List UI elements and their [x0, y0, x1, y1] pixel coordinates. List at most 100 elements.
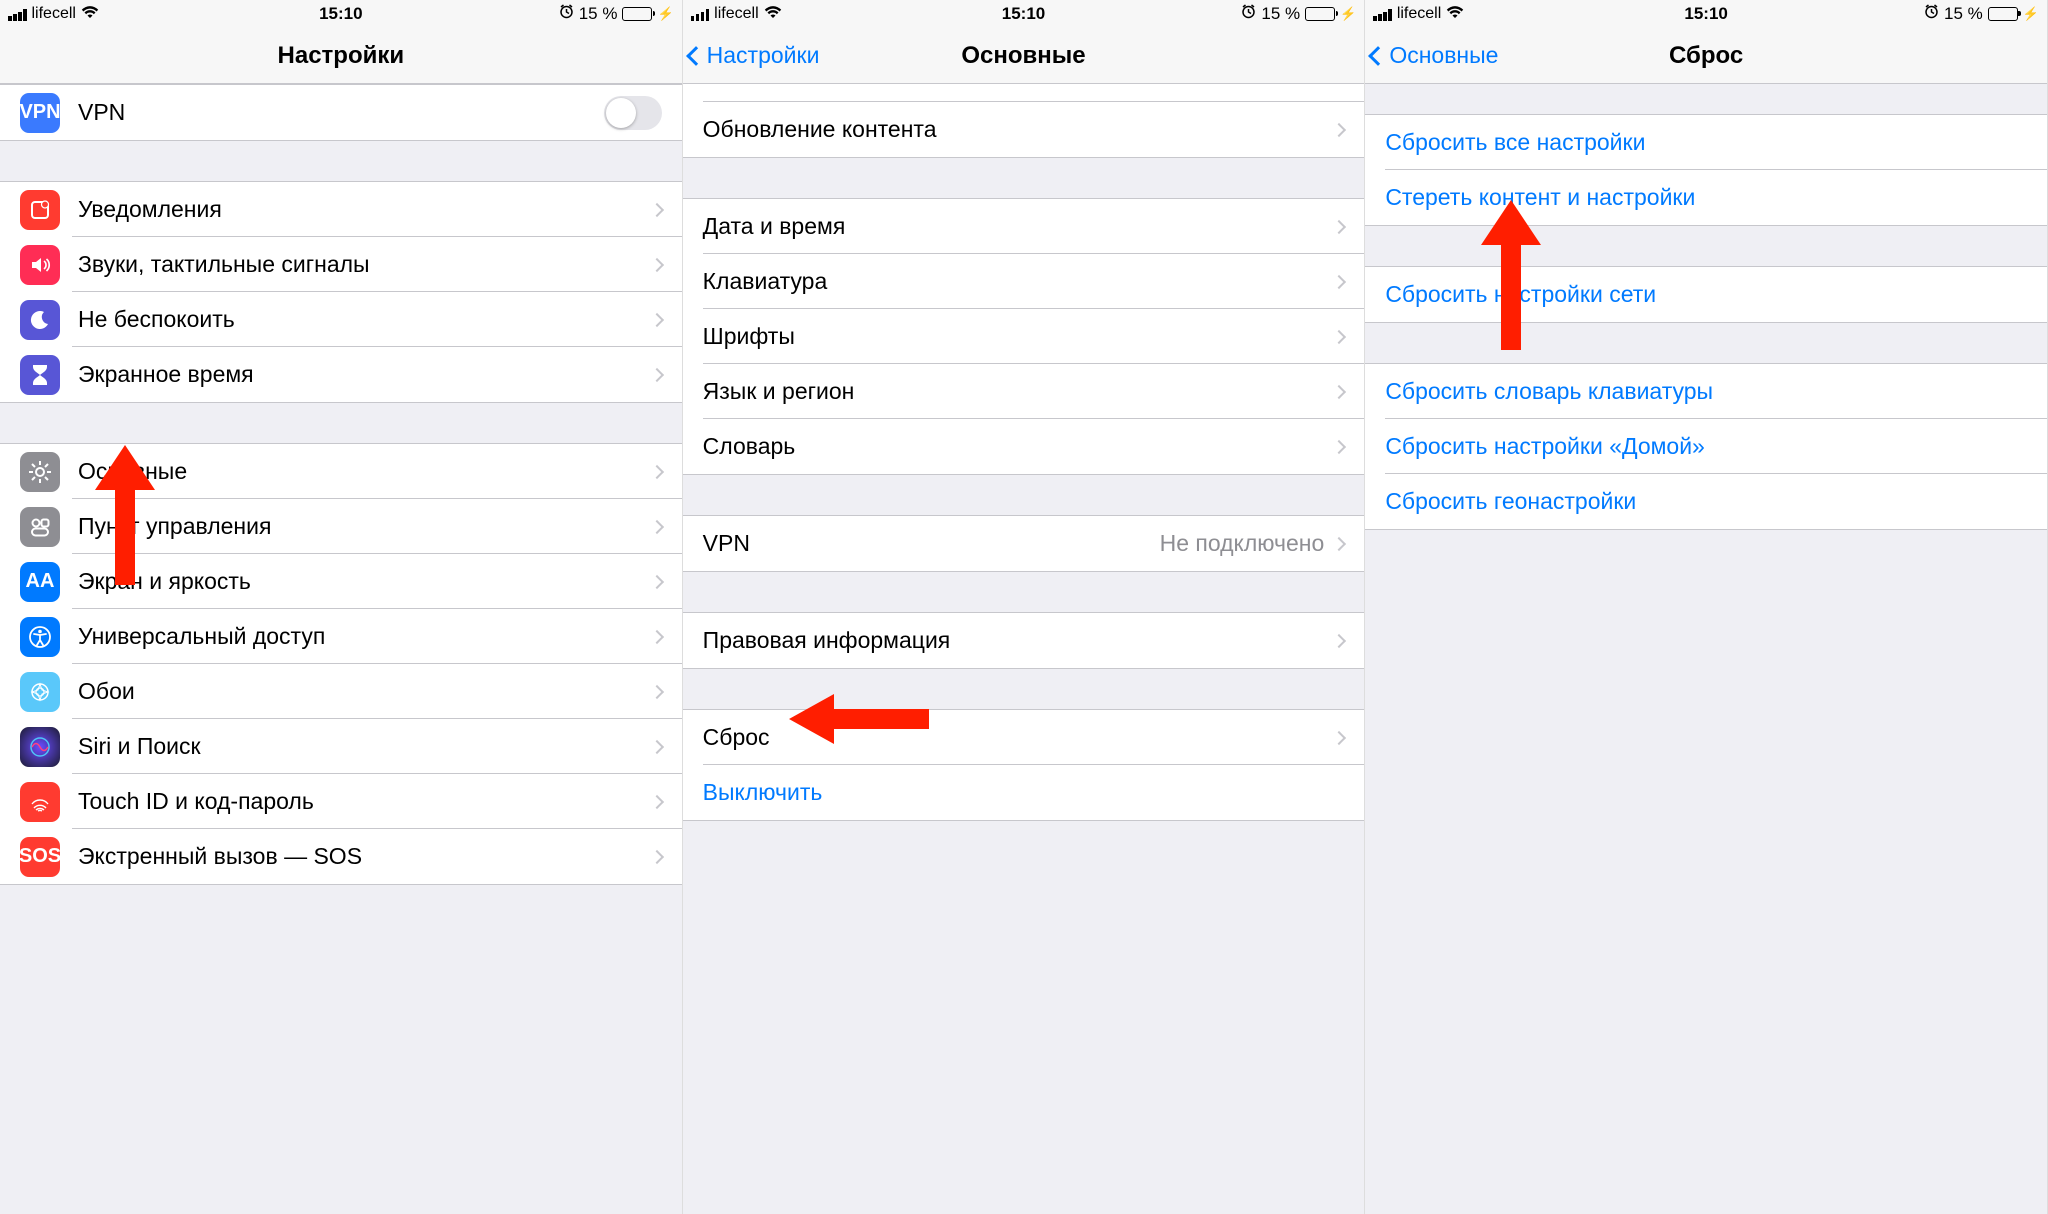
row-accessibility[interactable]: Универсальный доступ [0, 609, 682, 664]
row-reset-location[interactable]: Сбросить геонастройки [1365, 474, 2047, 529]
row-label: Язык и регион [703, 378, 1335, 405]
row-sos[interactable]: SOS Экстренный вызов — SOS [0, 829, 682, 884]
row-screen-time[interactable]: Экранное время [0, 347, 682, 402]
row-general[interactable]: Основные [0, 444, 682, 499]
control-center-icon [20, 507, 60, 547]
row-label: Обновление контента [703, 116, 1335, 143]
row-display-brightness[interactable]: AA Экран и яркость [0, 554, 682, 609]
row-sounds[interactable]: Звуки, тактильные сигналы [0, 237, 682, 292]
row-label: Уведомления [78, 196, 652, 223]
row-vpn[interactable]: VPN VPN [0, 85, 682, 140]
row-date-time[interactable]: Дата и время [683, 199, 1365, 254]
alarm-icon [1241, 4, 1256, 24]
battery-percent: 15 % [1944, 4, 1983, 24]
wifi-icon [1446, 5, 1464, 24]
row-reset-all-settings[interactable]: Сбросить все настройки [1365, 115, 2047, 170]
vpn-toggle[interactable] [604, 96, 662, 130]
charging-icon: ⚡ [2023, 6, 2039, 22]
row-touchid[interactable]: Touch ID и код-пароль [0, 774, 682, 829]
status-time: 15:10 [1684, 4, 1727, 24]
row-label: Siri и Поиск [78, 733, 652, 760]
notifications-icon [20, 190, 60, 230]
row-label: Стереть контент и настройки [1385, 184, 2027, 211]
chevron-right-icon [650, 202, 664, 216]
row-reset-network[interactable]: Сбросить настройки сети [1365, 267, 2047, 322]
row-label: Экранное время [78, 361, 652, 388]
cellular-signal-icon [8, 7, 27, 21]
row-dictionary[interactable]: Словарь [683, 419, 1365, 474]
back-label: Настройки [707, 42, 820, 69]
chevron-right-icon [1332, 122, 1346, 136]
row-label: Сброс [703, 724, 1335, 751]
row-reset-keyboard-dict[interactable]: Сбросить словарь клавиатуры [1365, 364, 2047, 419]
battery-percent: 15 % [579, 4, 618, 24]
row-erase-all-content[interactable]: Стереть контент и настройки [1365, 170, 2047, 225]
battery-percent: 15 % [1261, 4, 1300, 24]
row-label: VPN [703, 530, 1160, 557]
screen-reset: lifecell 15:10 15 % ⚡ Основные Сброс Сбр… [1365, 0, 2048, 1214]
wifi-icon [764, 5, 782, 24]
status-bar: lifecell 15:10 15 % ⚡ [1365, 0, 2047, 28]
fingerprint-icon [20, 782, 60, 822]
chevron-right-icon [1332, 274, 1346, 288]
row-vpn[interactable]: VPN Не подключено [683, 516, 1365, 571]
chevron-right-icon [1332, 439, 1346, 453]
nav-header: Настройки [0, 28, 682, 84]
chevron-right-icon [650, 574, 664, 588]
carrier-label: lifecell [714, 5, 758, 23]
row-siri[interactable]: Siri и Поиск [0, 719, 682, 774]
back-button[interactable]: Основные [1365, 42, 1498, 69]
row-label: Звуки, тактильные сигналы [78, 251, 652, 278]
status-bar: lifecell 15:10 15 % ⚡ [683, 0, 1365, 28]
row-keyboard[interactable]: Клавиатура [683, 254, 1365, 309]
wifi-icon [81, 5, 99, 24]
chevron-left-icon [1368, 46, 1388, 66]
chevron-right-icon [1332, 536, 1346, 550]
row-fonts[interactable]: Шрифты [683, 309, 1365, 364]
row-do-not-disturb[interactable]: Не беспокоить [0, 292, 682, 347]
charging-icon: ⚡ [1340, 6, 1356, 22]
row-detail: Не подключено [1160, 530, 1325, 557]
row-label: Пункт управления [78, 513, 652, 540]
row-label: Экран и яркость [78, 568, 652, 595]
row-label: Шрифты [703, 323, 1335, 350]
row-label: Сбросить все настройки [1385, 129, 2027, 156]
status-time: 15:10 [1002, 4, 1045, 24]
row-label: Сбросить словарь клавиатуры [1385, 378, 2027, 405]
row-label: Выключить [703, 779, 1345, 806]
chevron-right-icon [650, 367, 664, 381]
chevron-right-icon [650, 519, 664, 533]
row-control-center[interactable]: Пункт управления [0, 499, 682, 554]
back-button[interactable]: Настройки [683, 42, 820, 69]
row-label: Не беспокоить [78, 306, 652, 333]
row-wallpaper[interactable]: Обои [0, 664, 682, 719]
row-reset[interactable]: Сброс [683, 710, 1365, 765]
chevron-right-icon [650, 312, 664, 326]
battery-icon [1305, 7, 1335, 21]
row-language-region[interactable]: Язык и регион [683, 364, 1365, 419]
accessibility-icon [20, 617, 60, 657]
vpn-icon: VPN [20, 93, 60, 133]
chevron-right-icon [1332, 730, 1346, 744]
cellular-signal-icon [691, 7, 710, 21]
nav-header: Настройки Основные [683, 28, 1365, 84]
chevron-left-icon [686, 46, 706, 66]
row-reset-home-layout[interactable]: Сбросить настройки «Домой» [1365, 419, 2047, 474]
row-label: Сбросить геонастройки [1385, 488, 2027, 515]
row-shutdown[interactable]: Выключить [683, 765, 1365, 820]
page-title: Основные [961, 42, 1085, 70]
row-legal[interactable]: Правовая информация [683, 613, 1365, 668]
sounds-icon [20, 245, 60, 285]
row-notifications[interactable]: Уведомления [0, 182, 682, 237]
page-title: Сброс [1669, 42, 1743, 70]
chevron-right-icon [650, 257, 664, 271]
row-label: Сбросить настройки «Домой» [1385, 433, 2027, 460]
row-label: Основные [78, 458, 652, 485]
chevron-right-icon [650, 464, 664, 478]
chevron-right-icon [650, 739, 664, 753]
row-partial-top[interactable] [683, 84, 1365, 102]
screen-general: lifecell 15:10 15 % ⚡ Настройки Основные… [683, 0, 1366, 1214]
chevron-right-icon [1332, 384, 1346, 398]
chevron-right-icon [650, 629, 664, 643]
row-content-refresh[interactable]: Обновление контента [683, 102, 1365, 157]
